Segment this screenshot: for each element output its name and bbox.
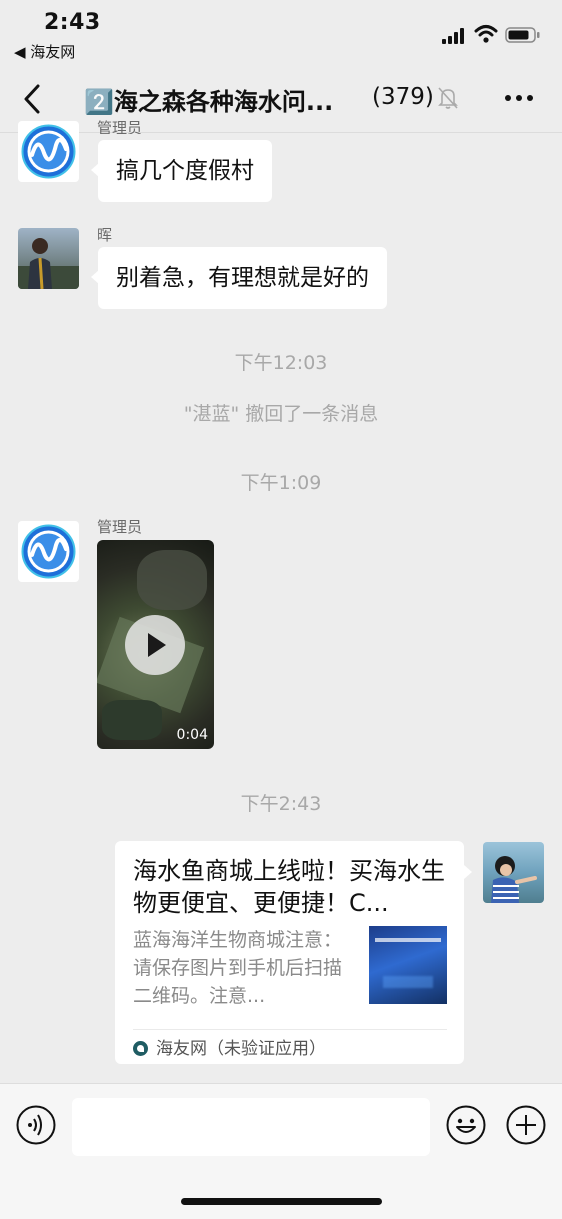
- card-title: 海水鱼商城上线啦！买海水生物更便宜、更便捷！C...: [133, 857, 445, 917]
- timestamp: 下午2:43: [240, 793, 322, 815]
- clock: 2:43: [44, 10, 101, 35]
- back-to-app-link[interactable]: ◀ 海友网: [14, 41, 75, 62]
- plus-icon[interactable]: [506, 1105, 546, 1145]
- recall-notice: "湛蓝" 撤回了一条消息: [183, 403, 379, 425]
- admin-avatar[interactable]: [18, 521, 79, 582]
- my-avatar[interactable]: [483, 842, 544, 903]
- timestamp: 下午12:03: [234, 352, 328, 374]
- message-bubble[interactable]: 别着急，有理想就是好的: [91, 247, 387, 309]
- user-avatar[interactable]: [18, 228, 79, 289]
- chat-title: 2️⃣海之森各种海水问...: [84, 88, 334, 116]
- app-source-icon: [133, 1041, 148, 1056]
- play-icon[interactable]: [125, 615, 185, 675]
- emoji-icon[interactable]: [446, 1105, 486, 1145]
- message-bubble[interactable]: 搞几个度假村: [91, 140, 272, 202]
- person-photo-icon: [18, 238, 79, 289]
- sender-name-partial: 管理员: [97, 119, 143, 134]
- logo-icon: [21, 524, 76, 579]
- thumbnail-detail: [383, 976, 433, 988]
- card-thumbnail: [369, 926, 447, 1004]
- admin-avatar[interactable]: [18, 121, 79, 182]
- thumbnail-detail: [375, 938, 441, 942]
- chat-header: 2️⃣海之森各种海水问... (379): [0, 66, 562, 133]
- video-message[interactable]: 0:04: [97, 540, 214, 749]
- card-source: 海友网（未验证应用）: [133, 1034, 326, 1059]
- card-source-label: 海友网（未验证应用）: [156, 1039, 326, 1059]
- card-description: 蓝海海洋生物商城注意：请保存图片到手机后扫描二维码。注意...: [133, 929, 343, 1007]
- video-frame-detail: [137, 550, 207, 610]
- sender-name: 晖: [97, 226, 113, 244]
- muted-bell-icon: [438, 87, 458, 109]
- timestamp: 下午1:09: [240, 472, 322, 494]
- voice-input-icon[interactable]: [16, 1105, 56, 1145]
- video-duration: 0:04: [176, 727, 208, 743]
- member-count: (379): [372, 84, 434, 110]
- message-input[interactable]: [72, 1098, 430, 1156]
- battery-icon: [505, 27, 540, 43]
- child-photo-icon: [491, 856, 537, 903]
- home-indicator[interactable]: [181, 1198, 382, 1205]
- sender-name: 管理员: [97, 518, 143, 536]
- logo-icon: [21, 124, 76, 179]
- status-bar: 2:43 ◀ 海友网: [0, 0, 562, 66]
- more-options-icon[interactable]: [504, 88, 534, 108]
- card-divider: [133, 1029, 447, 1030]
- back-arrow-icon[interactable]: [18, 80, 48, 118]
- video-frame-detail: [102, 700, 162, 740]
- cellular-signal-icon: [442, 28, 464, 44]
- wifi-icon: [474, 25, 498, 43]
- link-card-message[interactable]: 海水鱼商城上线啦！买海水生物更便宜、更便捷！C... 蓝海海洋生物商城注意：请保…: [115, 841, 472, 1064]
